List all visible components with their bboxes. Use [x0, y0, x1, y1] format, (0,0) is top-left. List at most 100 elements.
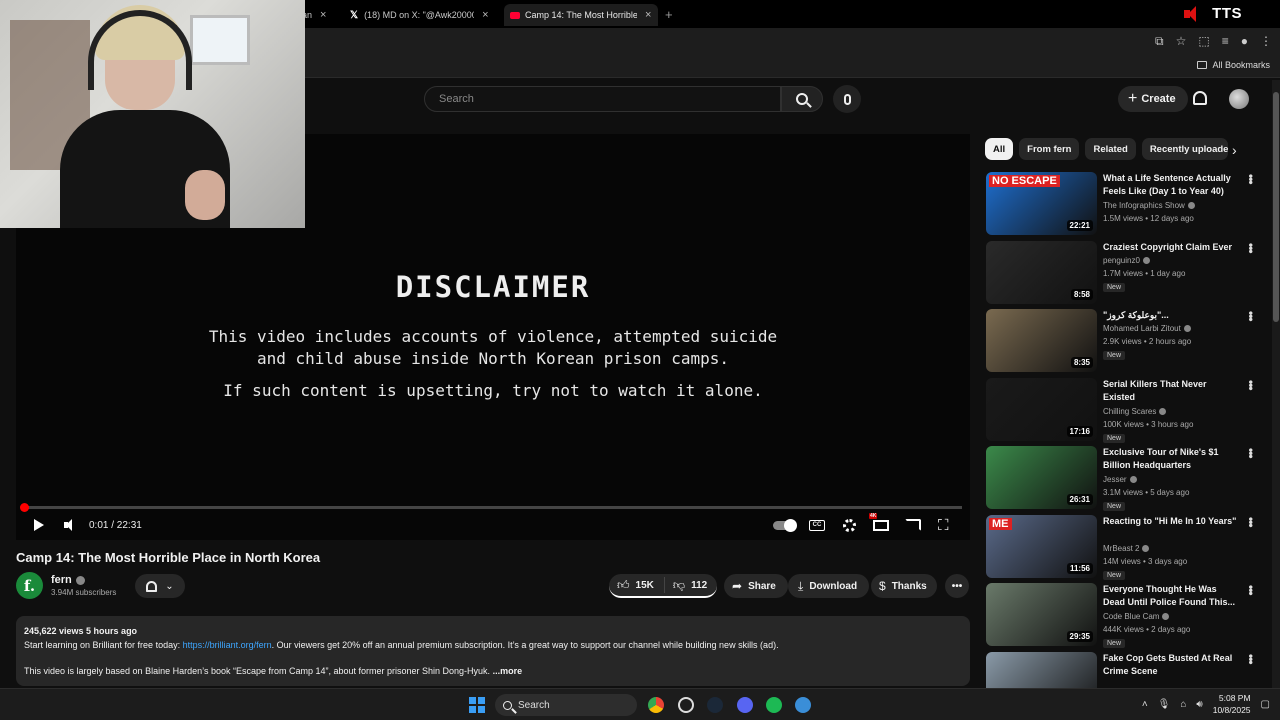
- extensions-icon[interactable]: ⬚: [1198, 34, 1209, 49]
- theater-mode-button[interactable]: [873, 517, 889, 533]
- microphone-icon[interactable]: 🎙︎: [1158, 699, 1171, 710]
- browser-tab[interactable]: 𝕏 (18) MD on X: "@Awk20000 Th ×: [350, 4, 500, 26]
- account-avatar[interactable]: [1229, 89, 1249, 109]
- recommended-channel[interactable]: Mohamed Larbi Zitout: [1103, 324, 1191, 333]
- more-vertical-icon[interactable]: •••: [1244, 517, 1258, 527]
- recommended-video-title[interactable]: "بوعلوكة كروز"...: [1103, 309, 1241, 322]
- notifications-bell-icon[interactable]: [1193, 91, 1207, 105]
- cast-button[interactable]: [905, 517, 921, 533]
- notification-icon[interactable]: ▢: [1261, 699, 1270, 710]
- recommended-video[interactable]: NO ESCAPE 22:21 What a Life Sentence Actua…: [986, 172, 1260, 236]
- mute-button[interactable]: [64, 517, 72, 533]
- create-button[interactable]: + Create: [1118, 86, 1188, 112]
- scrollbar-thumb[interactable]: [1273, 92, 1279, 322]
- discord-icon[interactable]: [737, 697, 753, 713]
- recommended-video[interactable]: 8:35 "بوعلوكة كروز"... Mohamed Larbi Zitou…: [986, 309, 1260, 373]
- chevron-right-icon[interactable]: ›: [1232, 142, 1237, 158]
- more-vertical-icon[interactable]: •••: [1244, 174, 1258, 184]
- more-vertical-icon[interactable]: •••: [1244, 654, 1258, 664]
- recommended-channel[interactable]: Jesser: [1103, 475, 1137, 484]
- video-thumbnail[interactable]: NO ESCAPE 22:21: [986, 172, 1097, 235]
- video-thumbnail[interactable]: 8:35: [986, 309, 1097, 372]
- browser-tab[interactable]: ian ×: [300, 4, 340, 26]
- view-count: 14M views • 3 days ago: [1103, 557, 1188, 566]
- more-vertical-icon[interactable]: •••: [1244, 380, 1258, 390]
- more-vertical-icon[interactable]: •••: [1244, 311, 1258, 321]
- recommended-video-title[interactable]: Fake Cop Gets Busted At Real Crime Scene: [1103, 652, 1241, 678]
- reading-list-icon[interactable]: ≡: [1222, 34, 1229, 49]
- close-icon[interactable]: ×: [645, 9, 651, 21]
- recommended-video[interactable]: 29:35 Everyone Thought He Was Dead Until …: [986, 583, 1260, 648]
- chip-from-fern[interactable]: From fern: [1019, 138, 1080, 160]
- video-thumbnail[interactable]: 17:16: [986, 378, 1097, 441]
- recommended-video[interactable]: 26:31 Exclusive Tour of Nike's $1 Billion…: [986, 446, 1260, 511]
- more-vertical-icon[interactable]: •••: [1244, 243, 1258, 253]
- voice-search-button[interactable]: [833, 85, 861, 113]
- network-icon[interactable]: ⌂: [1180, 699, 1186, 710]
- close-icon[interactable]: ×: [482, 9, 488, 21]
- more-vertical-icon[interactable]: •••: [1244, 448, 1258, 458]
- recommended-channel[interactable]: Chilling Scares: [1103, 407, 1167, 416]
- profile-icon[interactable]: ●: [1241, 34, 1248, 49]
- recommended-video-title[interactable]: Reacting to "Hi Me In 10 Years": [1103, 515, 1241, 528]
- recommended-video-title[interactable]: Exclusive Tour of Nike's $1 Billion Head…: [1103, 446, 1241, 472]
- install-app-icon[interactable]: ⧉: [1155, 34, 1164, 49]
- more-actions-button[interactable]: •••: [945, 574, 969, 598]
- subscribed-notifications-button[interactable]: ⌄: [135, 574, 185, 598]
- windows-start-icon[interactable]: [469, 697, 485, 713]
- close-icon[interactable]: ×: [320, 9, 326, 21]
- captions-button[interactable]: CC: [809, 517, 825, 533]
- recommended-channel[interactable]: MrBeast 2: [1103, 544, 1150, 553]
- progress-bar[interactable]: [24, 506, 962, 509]
- more-vertical-icon[interactable]: •••: [1244, 585, 1258, 595]
- clock[interactable]: 5:08 PM 10/8/2025: [1213, 692, 1251, 716]
- show-more-button[interactable]: ...more: [493, 666, 523, 676]
- recommended-video[interactable]: 17:16 Serial Killers That Never Existed Ch…: [986, 378, 1260, 443]
- spotify-icon[interactable]: [766, 697, 782, 713]
- like-button[interactable]: 👍︎ 15K: [609, 577, 665, 593]
- recommended-video-title[interactable]: Serial Killers That Never Existed: [1103, 378, 1241, 404]
- brilliant-link[interactable]: https://brilliant.org/fern: [183, 640, 272, 650]
- recommended-video-title[interactable]: What a Life Sentence Actually Feels Like…: [1103, 172, 1241, 198]
- all-bookmarks-button[interactable]: All Bookmarks: [1197, 60, 1270, 70]
- autoplay-toggle[interactable]: [773, 517, 797, 533]
- scrubber-handle[interactable]: [20, 503, 29, 512]
- video-thumbnail[interactable]: ME 11:56: [986, 515, 1097, 578]
- chip-recently-uploaded[interactable]: Recently uploaded: [1141, 138, 1228, 160]
- recommended-video-title[interactable]: Craziest Copyright Claim Ever: [1103, 241, 1241, 254]
- recommended-video[interactable]: 8:58 Craziest Copyright Claim Ever penguin…: [986, 241, 1260, 305]
- new-tab-button[interactable]: +: [665, 7, 673, 22]
- chip-related[interactable]: Related: [1085, 138, 1136, 160]
- recommended-channel[interactable]: Code Blue Cam: [1103, 612, 1170, 621]
- video-thumbnail[interactable]: 26:31: [986, 446, 1097, 509]
- chrome-icon[interactable]: [648, 697, 664, 713]
- channel-avatar[interactable]: f.: [16, 572, 43, 599]
- fullscreen-button[interactable]: ⛶: [938, 517, 949, 534]
- recommended-channel[interactable]: penguinz0: [1103, 256, 1150, 265]
- search-button[interactable]: [781, 86, 823, 112]
- download-button[interactable]: ⤓ Download: [788, 574, 870, 598]
- browser-tab-active[interactable]: Camp 14: The Most Horrible Pl ×: [504, 4, 658, 26]
- settings-button[interactable]: [843, 517, 856, 533]
- video-thumbnail[interactable]: 29:35: [986, 583, 1097, 646]
- thanks-button[interactable]: $ Thanks: [871, 574, 937, 598]
- steam-icon[interactable]: [707, 697, 723, 713]
- description-box[interactable]: 245,622 views 5 hours ago Start learning…: [16, 616, 970, 686]
- recommended-video-title[interactable]: Everyone Thought He Was Dead Until Polic…: [1103, 583, 1241, 609]
- chip-all[interactable]: All: [985, 138, 1014, 160]
- recommended-channel[interactable]: The Infographics Show: [1103, 201, 1195, 210]
- browser-menu-icon[interactable]: ⋮: [1260, 34, 1272, 49]
- bookmark-star-icon[interactable]: ☆: [1176, 34, 1187, 49]
- recommended-video[interactable]: ME 11:56 Reacting to "Hi Me In 10 Years" Mr…: [986, 515, 1260, 580]
- search-input[interactable]: Search: [424, 86, 781, 112]
- share-button[interactable]: ➦ Share: [724, 574, 788, 598]
- play-button[interactable]: [34, 517, 44, 533]
- chevron-up-icon[interactable]: ˄: [1142, 699, 1148, 710]
- network-app-icon[interactable]: [795, 697, 811, 713]
- video-thumbnail[interactable]: 8:58: [986, 241, 1097, 304]
- dislike-button[interactable]: 👎︎ 112: [665, 578, 715, 593]
- channel-name-link[interactable]: fern: [51, 574, 85, 586]
- obs-icon[interactable]: [678, 697, 694, 713]
- taskbar-search[interactable]: Search: [495, 694, 637, 716]
- volume-icon[interactable]: 🔊︎: [1196, 699, 1202, 710]
